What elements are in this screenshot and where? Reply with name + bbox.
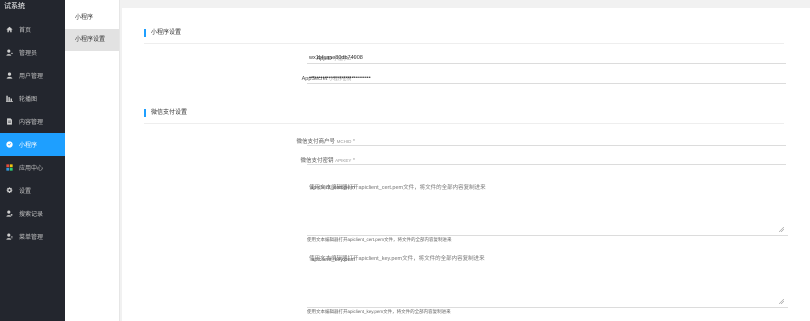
key-textarea[interactable] — [307, 252, 788, 308]
check-circle-icon — [5, 141, 13, 149]
app-title: 试系统 — [4, 3, 25, 10]
sidebar-item-home[interactable]: 首页 — [0, 18, 65, 41]
appid-input[interactable] — [307, 54, 786, 64]
apps-grid-icon — [5, 164, 13, 172]
resize-handle-icon[interactable] — [779, 299, 784, 304]
appsecret-input[interactable] — [307, 74, 786, 84]
mchid-input[interactable] — [307, 136, 786, 146]
section-title-miniprogram: 小程序设置 — [144, 29, 181, 37]
sidebar-item-label: 首页 — [19, 28, 32, 34]
menu-user-icon — [5, 233, 13, 241]
divider — [144, 123, 784, 124]
sidebar-item-search-log[interactable]: 搜索记录 — [0, 202, 65, 225]
sidebar-item-content[interactable]: 内容管理 — [0, 110, 65, 133]
search-user-icon — [5, 210, 13, 218]
sidebar-item-miniprogram[interactable]: 小程序 — [0, 133, 65, 156]
sidebar-item-carousel[interactable]: 轮播图 — [0, 87, 65, 110]
document-icon — [5, 118, 13, 126]
gear-icon — [5, 187, 13, 195]
key-hint: 使用文本编辑器打开apiclient_key.pem文件，将文件的全部内容复制进… — [307, 309, 451, 314]
divider — [144, 43, 784, 44]
subnav-item-miniprogram[interactable]: 小程序 — [65, 7, 119, 29]
sidebar: 试系统 首页 管理员 用户管理 轮播图 内容管理 小程序 应用中心 设置 搜索记… — [0, 0, 65, 321]
sidebar-item-app-center[interactable]: 应用中心 — [0, 156, 65, 179]
sidebar-item-label: 搜索记录 — [19, 212, 44, 218]
sidebar-item-label: 应用中心 — [19, 166, 44, 172]
sidebar-item-label: 设置 — [19, 189, 32, 195]
sidebar-item-menu-manage[interactable]: 菜单管理 — [0, 225, 65, 248]
sidebar-item-users[interactable]: 用户管理 — [0, 64, 65, 87]
settings-card: 小程序设置 AppID 小程序ID * AppSecret 小程序密钥 * 微信… — [122, 8, 810, 321]
sidebar-item-label: 管理员 — [19, 51, 38, 57]
cert-textarea[interactable] — [307, 181, 788, 236]
sidebar-item-label: 内容管理 — [19, 120, 44, 126]
cert-hint: 使用文本编辑器打开apiclient_cert.pem文件，将文件的全部内容复制… — [307, 237, 452, 242]
sidebar-item-admin[interactable]: 管理员 — [0, 41, 65, 64]
sidebar-item-settings[interactable]: 设置 — [0, 179, 65, 202]
users-icon — [5, 72, 13, 80]
admin-user-icon — [5, 49, 13, 57]
subnav-item-miniprogram-settings[interactable]: 小程序设置 — [65, 29, 119, 51]
sidebar-item-label: 菜单管理 — [19, 235, 44, 241]
main-content: 小程序设置 AppID 小程序ID * AppSecret 小程序密钥 * 微信… — [122, 0, 810, 321]
sidebar-item-label: 小程序 — [19, 143, 38, 149]
apikey-input[interactable] — [307, 155, 786, 165]
resize-handle-icon[interactable] — [779, 227, 784, 232]
carousel-icon — [5, 95, 13, 103]
sidebar-item-label: 轮播图 — [19, 97, 38, 103]
section-title-wechat-pay: 微信支付设置 — [144, 109, 187, 117]
home-icon — [5, 26, 13, 34]
sub-navigation: 小程序 小程序设置 — [65, 0, 120, 321]
sidebar-item-label: 用户管理 — [19, 74, 44, 80]
